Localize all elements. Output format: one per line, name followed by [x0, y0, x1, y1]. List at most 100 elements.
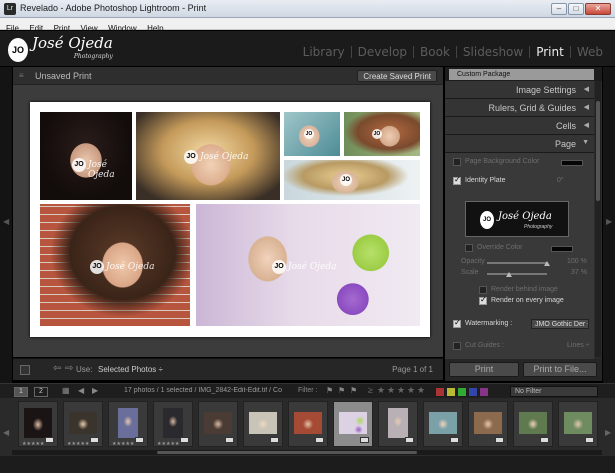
filmstrip-thumbnail[interactable]: [468, 401, 508, 447]
right-panel-edge[interactable]: ▶: [603, 67, 615, 383]
previous-page-icon[interactable]: ⇦: [53, 363, 61, 374]
cut-guides-value[interactable]: Lines ÷: [567, 342, 590, 349]
create-saved-print-button[interactable]: Create Saved Print: [357, 70, 437, 82]
rating-filter-star-icon[interactable]: ★: [387, 385, 395, 396]
color-label-red[interactable]: [436, 388, 444, 396]
scale-slider-thumb[interactable]: [506, 272, 513, 277]
render-every-checkbox[interactable]: [479, 295, 487, 305]
toolbar-toggle[interactable]: [20, 365, 30, 375]
rating-filter-star-icon[interactable]: ★: [407, 385, 415, 396]
module-slideshow[interactable]: Slideshow: [457, 45, 529, 59]
section-cells[interactable]: Cells ◀: [445, 117, 594, 135]
filmstrip-thumbnail[interactable]: ★★★★★: [153, 401, 193, 447]
opacity-slider-thumb[interactable]: [544, 261, 550, 266]
photo-cell[interactable]: JO: [344, 112, 420, 156]
collapse-right-icon[interactable]: ▶: [606, 217, 612, 226]
edited-badge-icon: [585, 437, 594, 443]
photo-cell[interactable]: JO: [284, 160, 420, 200]
filter-preset-dropdown[interactable]: No Filter: [510, 386, 598, 397]
flag-filter-icon[interactable]: ⚑: [338, 386, 345, 395]
opacity-value[interactable]: 100 %: [567, 258, 587, 265]
section-image-settings[interactable]: Image Settings ◀: [445, 81, 594, 99]
filmstrip-scroll-thumb[interactable]: [157, 451, 417, 454]
left-panel-edge[interactable]: ◀: [0, 67, 12, 383]
module-web[interactable]: Web: [571, 45, 609, 59]
identity-plate-preview[interactable]: JO José Ojeda Photography: [465, 201, 569, 237]
use-selector[interactable]: Selected Photos ÷: [98, 365, 163, 374]
rating-filter-star-icon[interactable]: ★: [377, 385, 385, 396]
next-page-icon[interactable]: ⇨: [65, 363, 73, 374]
photo-cell[interactable]: JO: [284, 112, 340, 156]
photo-cell[interactable]: JO José Ojeda: [136, 112, 280, 200]
watermark-dropdown[interactable]: JMO Gothic Der ÷: [531, 319, 589, 329]
color-label-blue[interactable]: [469, 388, 477, 396]
photo-cell[interactable]: JO José Ojeda: [196, 204, 420, 326]
filmstrip-right-icon[interactable]: ▶: [605, 428, 611, 437]
print-to-file-button[interactable]: Print to File...: [523, 362, 597, 377]
photo-cell[interactable]: JO José Ojeda: [40, 204, 190, 326]
module-book[interactable]: Book: [414, 45, 456, 59]
identity-plate-angle[interactable]: 0°: [557, 177, 564, 184]
expand-left-icon[interactable]: ◀: [3, 217, 9, 226]
module-develop[interactable]: Develop: [352, 45, 413, 59]
scrollbar-thumb[interactable]: [596, 101, 600, 201]
section-label: Page: [554, 139, 576, 149]
filmstrip-thumbnail[interactable]: [423, 401, 463, 447]
screen-1-button[interactable]: 1: [14, 387, 28, 397]
identity-plate-overlay: JO: [90, 260, 104, 274]
edited-badge-icon: [135, 437, 144, 443]
forward-arrow-icon[interactable]: ▶: [92, 386, 98, 395]
filmstrip-thumbnail[interactable]: ★★★★★: [18, 401, 58, 447]
filmstrip-source-path[interactable]: 17 photos / 1 selected / IMG_2842-Edit-E…: [124, 387, 299, 394]
filmstrip-thumbnail[interactable]: ★★★★★: [63, 401, 103, 447]
filmstrip-thumbnail-selected[interactable]: [333, 401, 373, 447]
module-print[interactable]: Print: [530, 45, 570, 59]
identity-plate-checkbox[interactable]: [453, 175, 461, 185]
rating-filter-star-icon[interactable]: ★: [417, 385, 425, 396]
thumbnail-image: [564, 412, 592, 434]
color-label-purple[interactable]: [480, 388, 488, 396]
section-label: Rulers, Grid & Guides: [488, 103, 576, 113]
lightroom-app-icon: Lr: [4, 3, 16, 15]
watermarking-checkbox[interactable]: [453, 318, 461, 328]
section-rulers-grid-guides[interactable]: Rulers, Grid & Guides ◀: [445, 99, 594, 117]
right-panel-scrollbar[interactable]: [595, 81, 601, 357]
grid-icon[interactable]: ▦: [62, 386, 70, 395]
minimize-button[interactable]: –: [551, 3, 567, 15]
photo-cell[interactable]: JO José Ojeda: [40, 112, 132, 200]
color-label-green[interactable]: [458, 388, 466, 396]
scale-value[interactable]: 37 %: [571, 269, 587, 276]
filmstrip-left-icon[interactable]: ◀: [3, 428, 9, 437]
filmstrip-thumbnail[interactable]: [243, 401, 283, 447]
filmstrip-thumbnail[interactable]: [513, 401, 553, 447]
rating-filter-star-icon[interactable]: ★: [397, 385, 405, 396]
back-arrow-icon[interactable]: ◀: [78, 386, 84, 395]
section-page[interactable]: Page ▼: [445, 135, 594, 153]
override-color-checkbox[interactable]: [465, 244, 473, 252]
color-label-yellow[interactable]: [447, 388, 455, 396]
filmstrip-scrollbar[interactable]: [12, 450, 602, 455]
page-background-checkbox[interactable]: [453, 158, 461, 166]
page-background-swatch[interactable]: [561, 160, 583, 166]
maximize-button[interactable]: □: [568, 3, 584, 15]
cut-guides-checkbox[interactable]: [453, 342, 461, 350]
flag-filter-icon[interactable]: ⚑: [350, 386, 357, 395]
edited-badge-icon: [270, 437, 279, 443]
opacity-slider-track[interactable]: [487, 262, 547, 264]
render-behind-checkbox[interactable]: [479, 286, 487, 294]
print-title: Unsaved Print: [35, 71, 92, 81]
custom-package-label[interactable]: Custom Package: [449, 69, 594, 80]
filmstrip-thumbnail[interactable]: [288, 401, 328, 447]
print-button[interactable]: Print: [449, 362, 519, 377]
filmstrip-thumbnail[interactable]: ★★★★★: [108, 401, 148, 447]
module-library[interactable]: Library: [297, 45, 351, 59]
close-button[interactable]: ✕: [585, 3, 611, 15]
rating-filter-star-icon[interactable]: ≥: [368, 385, 373, 395]
filmstrip-thumbnail[interactable]: [198, 401, 238, 447]
screen-2-button[interactable]: 2: [34, 387, 48, 397]
flag-filter-icon[interactable]: ⚑: [326, 386, 333, 395]
filmstrip-thumbnail[interactable]: [558, 401, 598, 447]
scale-slider-track[interactable]: [487, 273, 547, 275]
filmstrip-thumbnail[interactable]: [378, 401, 418, 447]
override-color-swatch[interactable]: [551, 246, 573, 252]
